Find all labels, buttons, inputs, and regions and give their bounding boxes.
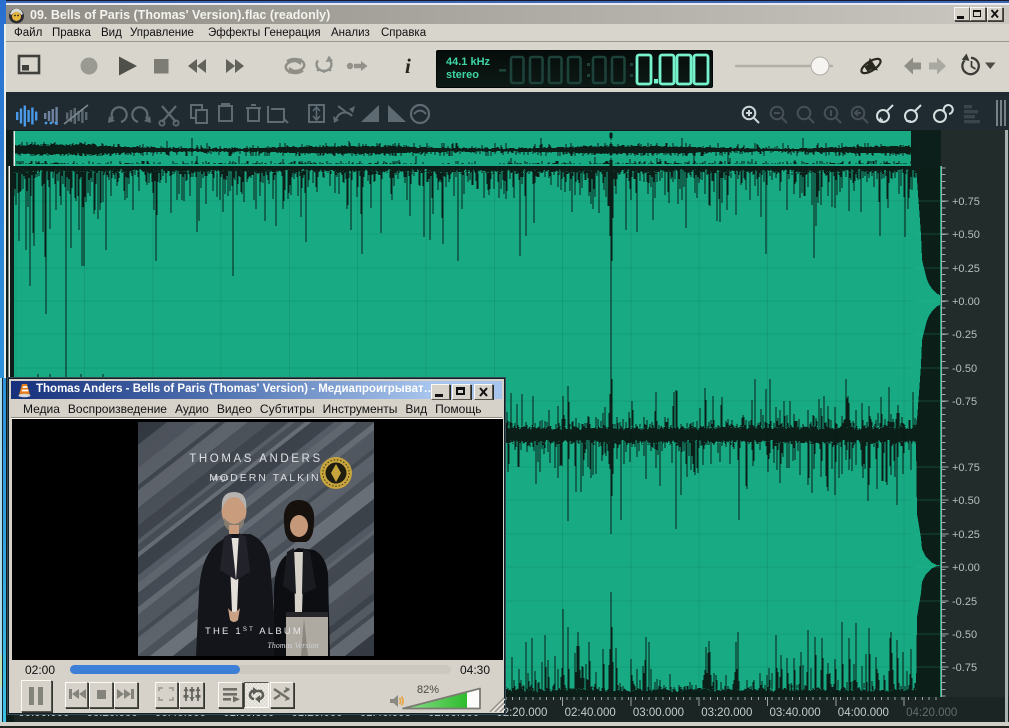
svg-text:03:00.000: 03:00.000 bbox=[633, 707, 684, 719]
svg-text:+0.50: +0.50 bbox=[952, 229, 980, 241]
svg-text:THE 1ST ALBUM: THE 1ST ALBUM bbox=[205, 626, 303, 637]
svg-text:03:20.000: 03:20.000 bbox=[701, 707, 752, 719]
svg-text:04:20.000: 04:20.000 bbox=[906, 707, 957, 719]
svg-text:-0.50: -0.50 bbox=[952, 363, 977, 375]
svg-text:MODERN TALKING: MODERN TALKING bbox=[209, 472, 331, 484]
svg-text:02:40.000: 02:40.000 bbox=[565, 707, 616, 719]
svg-text:+0.00: +0.00 bbox=[952, 562, 980, 574]
svg-text:+0.75: +0.75 bbox=[952, 196, 980, 208]
svg-text:+0.50: +0.50 bbox=[952, 495, 980, 507]
svg-text:03:40.000: 03:40.000 bbox=[770, 707, 821, 719]
svg-text:-0.25: -0.25 bbox=[952, 329, 977, 341]
svg-text:+0.25: +0.25 bbox=[952, 529, 980, 541]
svg-text:Thomas Version: Thomas Version bbox=[267, 641, 318, 650]
svg-text:i: i bbox=[405, 54, 411, 78]
svg-text:+0.25: +0.25 bbox=[952, 263, 980, 275]
svg-text:+0.00: +0.00 bbox=[952, 296, 980, 308]
svg-text:-0.75: -0.75 bbox=[952, 662, 977, 674]
svg-text:-0.75: -0.75 bbox=[952, 396, 977, 408]
svg-text:04:00.000: 04:00.000 bbox=[838, 707, 889, 719]
svg-text:-0.50: -0.50 bbox=[952, 629, 977, 641]
svg-text:THOMAS ANDERS: THOMAS ANDERS bbox=[189, 453, 322, 465]
svg-text:-0.25: -0.25 bbox=[952, 596, 977, 608]
svg-text:+0.75: +0.75 bbox=[952, 462, 980, 474]
